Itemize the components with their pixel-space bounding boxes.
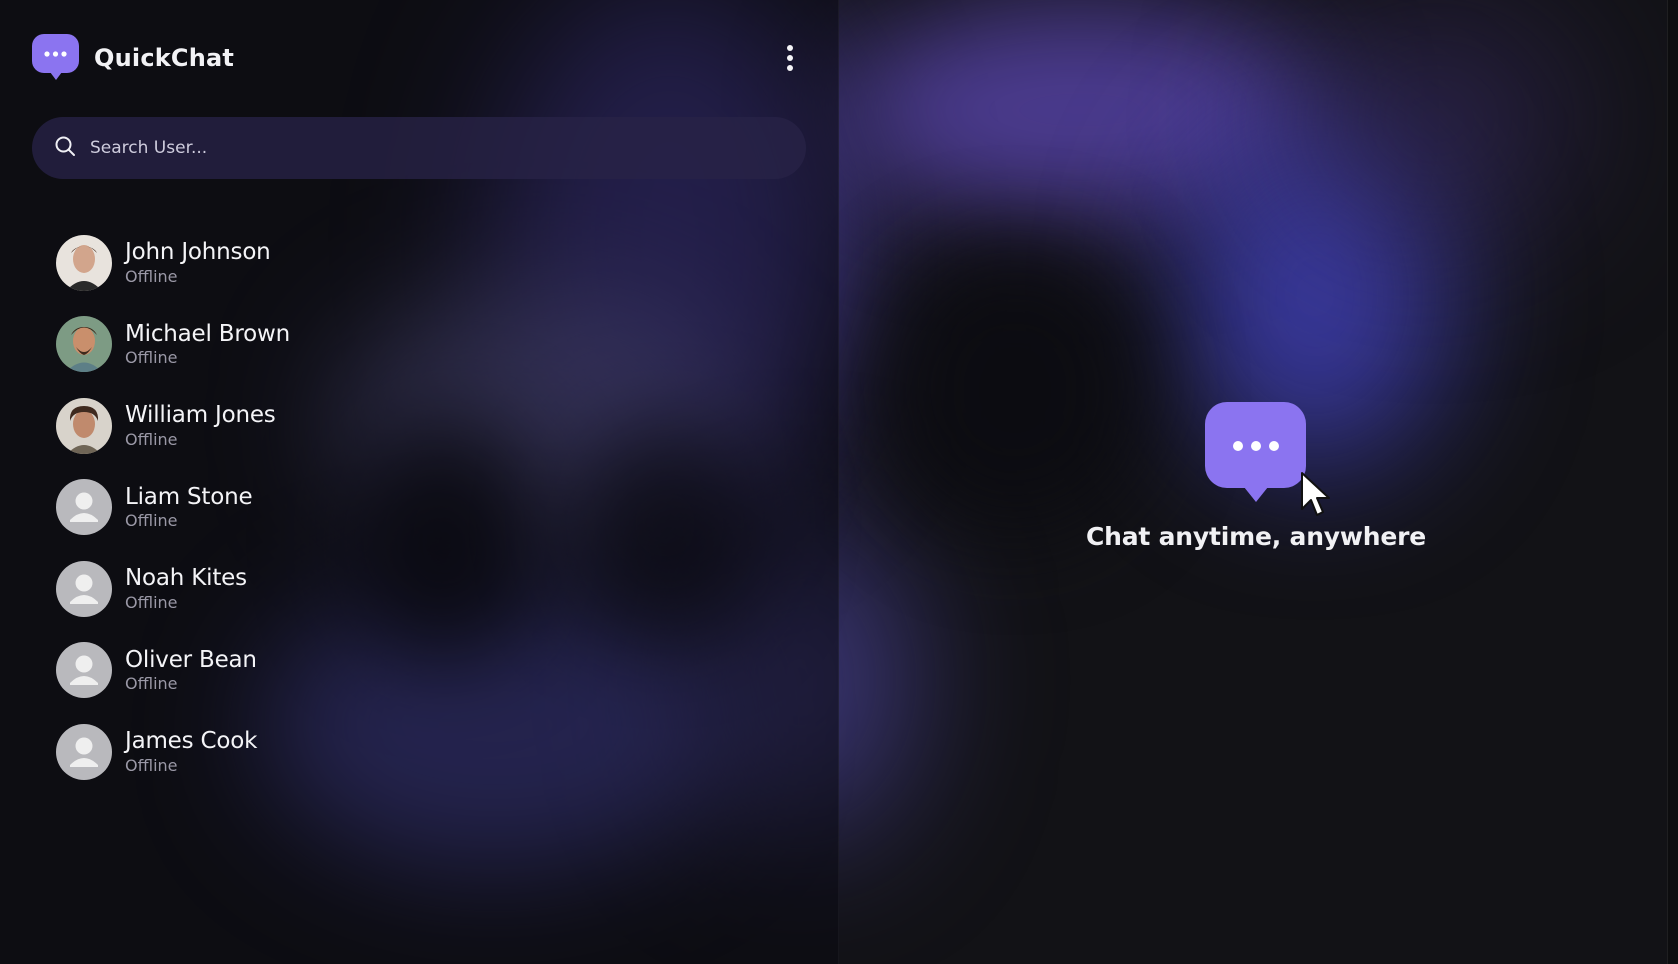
user-name: Noah Kites <box>125 565 247 592</box>
user-name: Liam Stone <box>125 483 253 510</box>
empty-chat-state: Chat anytime, anywhere <box>1046 402 1466 551</box>
chat-bubble-icon <box>32 34 80 82</box>
user-status: Offline <box>125 592 178 612</box>
search-icon <box>54 135 76 161</box>
user-name: Michael Brown <box>125 320 290 347</box>
user-name: Oliver Bean <box>125 646 257 673</box>
user-status: Offline <box>125 429 178 449</box>
more-vertical-icon <box>787 45 793 71</box>
empty-state-text: Chat anytime, anywhere <box>1085 522 1427 551</box>
user-list-item[interactable]: James Cook Offline <box>56 711 796 793</box>
user-name: John Johnson <box>125 239 271 266</box>
user-list-item[interactable]: William Jones Offline <box>56 385 796 467</box>
avatar <box>56 234 112 291</box>
user-list-item[interactable]: Liam Stone Offline <box>56 467 796 549</box>
user-list-item[interactable]: Oliver Bean Offline <box>56 630 796 712</box>
user-status: Offline <box>125 266 178 286</box>
user-list-item[interactable]: Noah Kites Offline <box>56 548 796 630</box>
user-list: John Johnson Offline Michael Brown Offli… <box>56 222 796 793</box>
default-user-icon <box>56 642 112 699</box>
avatar <box>56 316 112 373</box>
user-list-item[interactable]: Michael Brown Offline <box>56 304 796 386</box>
avatar <box>56 397 112 454</box>
mouse-pointer-icon <box>1301 472 1330 516</box>
default-user-icon <box>56 560 112 617</box>
user-list-item[interactable]: John Johnson Offline <box>56 222 796 304</box>
app-header: QuickChat <box>32 34 234 82</box>
more-options-button[interactable] <box>776 40 804 76</box>
user-status: Offline <box>125 755 178 775</box>
search-input[interactable] <box>88 137 772 159</box>
user-status: Offline <box>125 348 178 368</box>
user-status: Offline <box>125 511 178 531</box>
chat-bubble-icon <box>1205 402 1307 504</box>
default-user-icon <box>56 479 112 536</box>
user-status: Offline <box>125 674 178 694</box>
quickchat-app: QuickChat Search User... John Johnson Of… <box>0 0 1678 964</box>
window-frame-edge <box>1667 0 1678 964</box>
app-title: QuickChat <box>94 44 235 72</box>
user-name: William Jones <box>125 402 276 429</box>
search-bar[interactable] <box>32 117 806 179</box>
user-name: James Cook <box>125 728 258 755</box>
default-user-icon <box>56 723 112 780</box>
